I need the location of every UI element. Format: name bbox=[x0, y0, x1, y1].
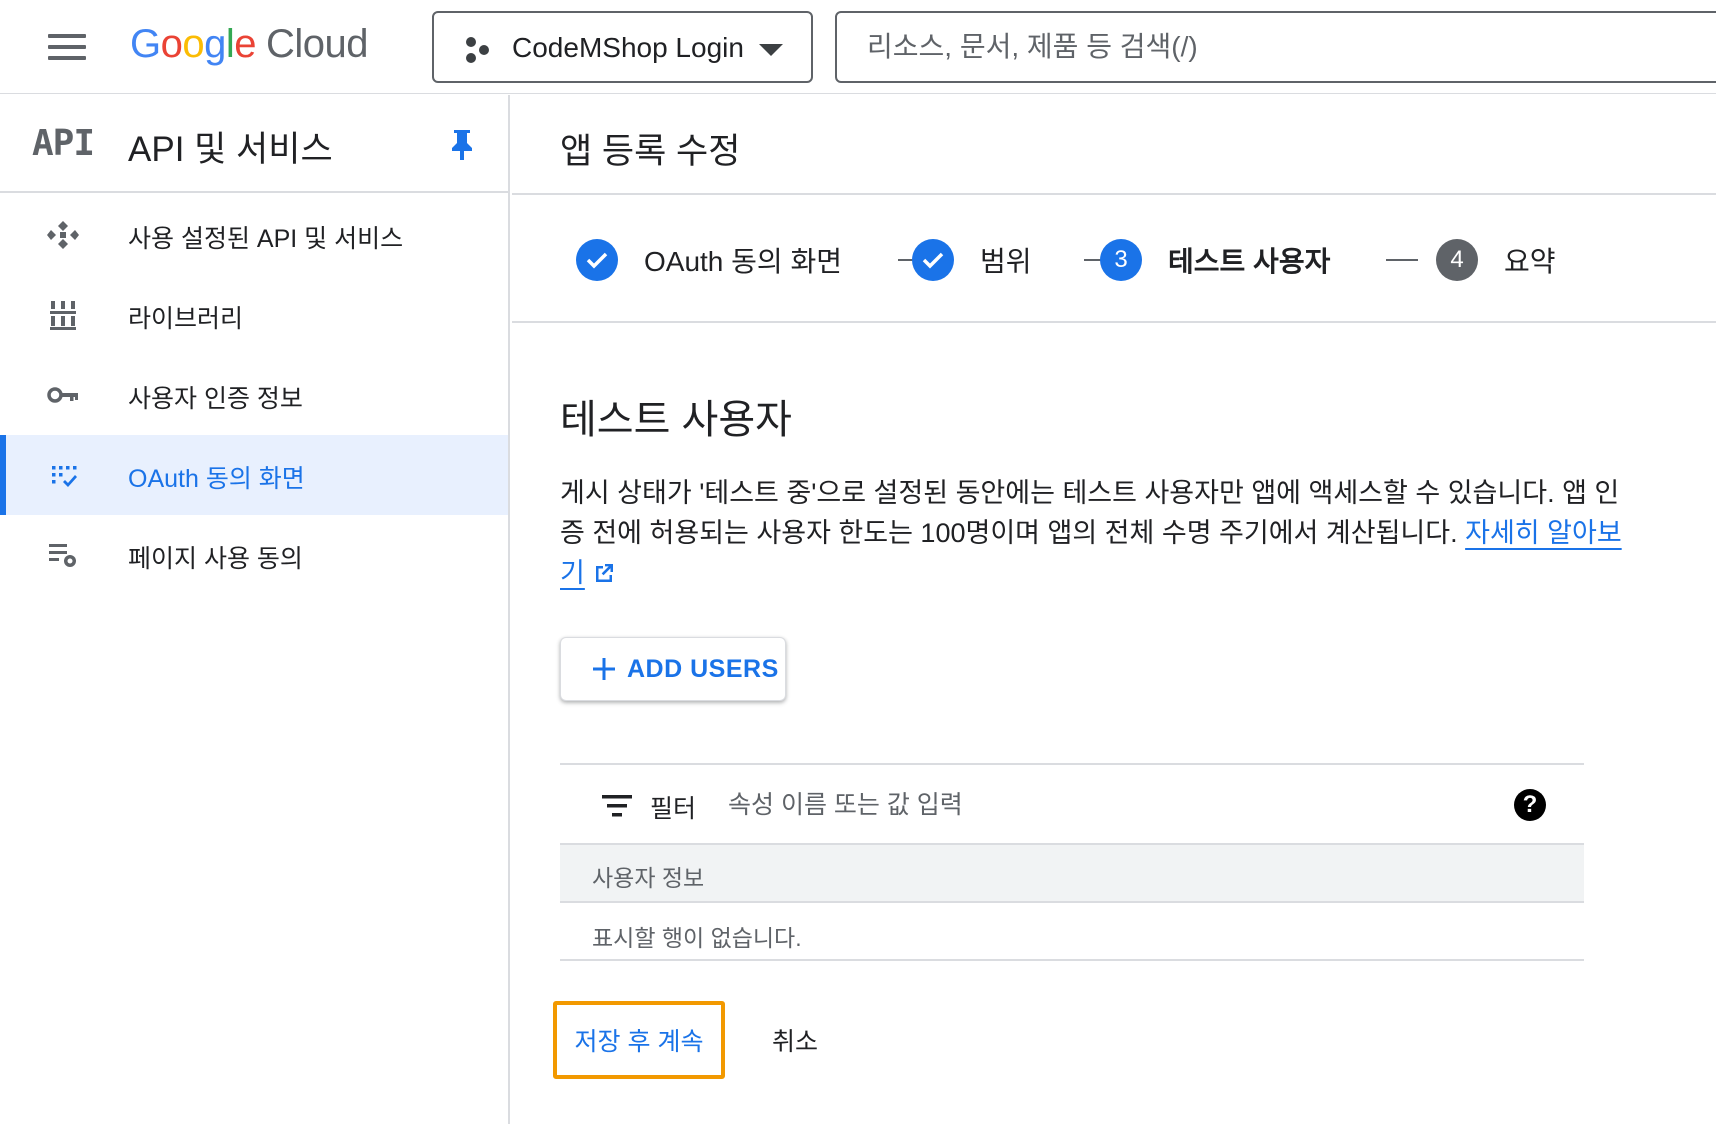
step-label: OAuth 동의 화면 bbox=[644, 246, 842, 277]
sidebar-item-credentials[interactable]: 사용자 인증 정보 bbox=[0, 355, 508, 435]
page-usage-settings-icon bbox=[49, 544, 76, 567]
sidebar-nav: 사용 설정된 API 및 서비스 라이브러리 사용자 인증 정보 OAuth 동… bbox=[0, 195, 508, 595]
add-users-button[interactable]: ADD USERS bbox=[560, 637, 786, 701]
project-hexagon-icon bbox=[466, 37, 489, 63]
sidebar-item-page-usage[interactable]: 페이지 사용 동의 bbox=[0, 515, 508, 595]
sidebar-item-label: 페이지 사용 동의 bbox=[128, 545, 303, 573]
sidebar-item-library[interactable]: 라이브러리 bbox=[0, 275, 508, 355]
main-menu-icon[interactable] bbox=[48, 34, 86, 60]
filter-label: 필터 bbox=[650, 795, 697, 823]
external-link-icon bbox=[595, 564, 613, 582]
description-text: 게시 상태가 '테스트 중'으로 설정된 동안에는 테스트 사용자만 앱에 액세… bbox=[560, 478, 1620, 548]
help-icon[interactable]: ? bbox=[1514, 789, 1546, 821]
section-title: 테스트 사용자 bbox=[560, 398, 792, 442]
page-title: 앱 등록 수정 bbox=[560, 132, 741, 171]
save-label: 저장 후 계속 bbox=[574, 1028, 704, 1056]
stepper: OAuth 동의 화면 범위 3 테스트 사용자 4 요약 bbox=[560, 235, 1710, 285]
table-empty-row: 표시할 행이 없습니다. bbox=[560, 903, 1584, 961]
sidebar-title: API 및 서비스 bbox=[128, 130, 333, 169]
check-icon bbox=[576, 239, 618, 281]
google-cloud-logo[interactable]: Google Cloud bbox=[130, 22, 369, 67]
key-icon bbox=[47, 387, 78, 403]
filter-bar: 필터 ? bbox=[560, 763, 1584, 845]
step-label: 범위 bbox=[980, 246, 1032, 277]
project-selector[interactable]: CodeMShop Login bbox=[432, 11, 813, 83]
description: 게시 상태가 '테스트 중'으로 설정된 동안에는 테스트 사용자만 앱에 액세… bbox=[560, 473, 1640, 593]
step-number: 4 bbox=[1436, 239, 1478, 281]
project-name: CodeMShop Login bbox=[512, 32, 744, 63]
sidebar: API API 및 서비스 사용 설정된 API 및 서비스 라이브러리 사용자… bbox=[0, 95, 510, 1124]
plus-icon bbox=[593, 658, 615, 680]
step-connector bbox=[1386, 259, 1418, 261]
search-input[interactable] bbox=[867, 27, 1687, 67]
step-label: 요약 bbox=[1504, 246, 1556, 277]
divider bbox=[512, 193, 1716, 195]
apis-icon bbox=[47, 221, 79, 249]
main-content: 앱 등록 수정 OAuth 동의 화면 범위 3 테스트 사용자 4 요약 테스… bbox=[512, 95, 1716, 1124]
sidebar-item-label: 라이브러리 bbox=[128, 305, 244, 333]
step-summary[interactable]: 4 요약 bbox=[1436, 235, 1556, 285]
step-test-users[interactable]: 3 테스트 사용자 bbox=[1100, 235, 1330, 285]
filter-icon bbox=[602, 795, 632, 817]
sidebar-item-label: 사용자 인증 정보 bbox=[128, 385, 303, 413]
sidebar-header: API API 및 서비스 bbox=[0, 95, 510, 193]
sidebar-item-enabled-apis[interactable]: 사용 설정된 API 및 서비스 bbox=[0, 195, 508, 275]
test-users-table: 필터 ? 사용자 정보 표시할 행이 없습니다. bbox=[560, 763, 1584, 961]
pin-icon[interactable] bbox=[448, 128, 476, 162]
sidebar-item-label: OAuth 동의 화면 bbox=[128, 465, 305, 493]
empty-message: 표시할 행이 없습니다. bbox=[592, 925, 802, 951]
search-bar[interactable] bbox=[835, 11, 1716, 83]
save-and-continue-button[interactable]: 저장 후 계속 bbox=[553, 1001, 725, 1079]
step-oauth-consent[interactable]: OAuth 동의 화면 bbox=[576, 235, 842, 285]
top-bar: Google Cloud CodeMShop Login bbox=[0, 0, 1716, 94]
sidebar-item-label: 사용 설정된 API 및 서비스 bbox=[128, 225, 404, 253]
divider bbox=[512, 321, 1716, 323]
column-header-user-info[interactable]: 사용자 정보 bbox=[592, 859, 704, 893]
oauth-consent-icon bbox=[52, 466, 77, 487]
step-scopes[interactable]: 범위 bbox=[912, 235, 1032, 285]
add-users-label: ADD USERS bbox=[627, 654, 779, 683]
chevron-down-icon bbox=[759, 44, 783, 56]
sidebar-item-oauth-consent[interactable]: OAuth 동의 화면 bbox=[0, 435, 508, 515]
step-label: 테스트 사용자 bbox=[1168, 246, 1331, 277]
table-header: 사용자 정보 bbox=[560, 845, 1584, 903]
cancel-button[interactable]: 취소 bbox=[760, 1015, 830, 1065]
filter-input[interactable] bbox=[728, 785, 1428, 825]
check-icon bbox=[912, 239, 954, 281]
api-logo-icon: API bbox=[32, 123, 95, 164]
cancel-label: 취소 bbox=[771, 1028, 818, 1056]
library-icon bbox=[50, 301, 76, 330]
step-number: 3 bbox=[1100, 239, 1142, 281]
